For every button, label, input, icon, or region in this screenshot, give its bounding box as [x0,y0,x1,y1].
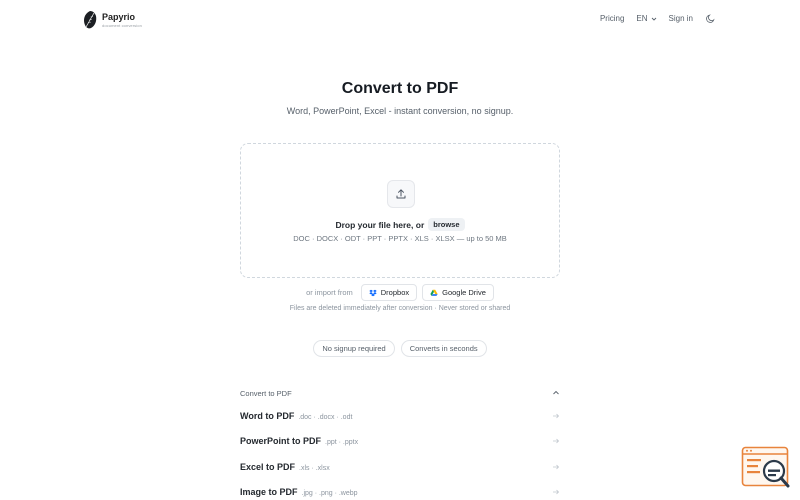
item-name: Word to PDF [240,410,295,421]
item-name: PowerPoint to PDF [240,436,321,447]
page-subtitle: Word, PowerPoint, Excel - instant conver… [286,106,514,116]
drop-prompt-row: Drop your file here, or browse [241,218,559,231]
top-nav: Pricing EN Sign in [600,13,716,24]
import-label: or import from [306,288,353,297]
dropbox-button[interactable]: Dropbox [360,284,418,301]
dropbox-label: Dropbox [380,288,410,297]
feature-pills: No signup required Converts in seconds [0,340,800,357]
pill-converts-fast: Converts in seconds [400,340,487,357]
supported-formats: DOC · DOCX · ODT · PPT · PPTX · XLS · XL… [293,234,507,243]
brand-tagline: document conversion [102,22,142,28]
file-dropzone[interactable]: Drop your file here, or browse DOC · DOC… [240,143,560,278]
item-extensions: .ppt · .pptx [325,439,359,447]
arrow-right-icon [553,464,560,470]
import-row: or import from Dropbox Google Drive [0,284,800,301]
language-label: EN [636,14,648,23]
page-title: Convert to PDF [341,80,459,97]
list-item-excel-to-pdf[interactable]: Excel to PDF .xls · .xlsx [240,454,560,480]
item-name: Excel to PDF [240,461,296,472]
brand-name: Papyrio [102,11,136,22]
list-item-word-to-pdf[interactable]: Word to PDF .doc · .docx · .odt [240,403,560,429]
accordion-heading: Convert to PDF [240,388,292,398]
arrow-right-icon [553,438,560,444]
sign-in-link[interactable]: Sign in [669,14,693,23]
upload-button[interactable] [387,180,415,208]
google-drive-button[interactable]: Google Drive [422,284,494,301]
item-extensions: .jpg · .png · .webp [301,490,358,498]
site-header: Papyrio document conversion Pricing EN S… [0,0,800,40]
item-extensions: .xls · .xlsx [299,464,330,472]
floating-help-widget-icon[interactable] [741,446,791,490]
language-selector[interactable]: EN [636,14,656,23]
conversion-accordion: Convert to PDF Word to PDF .doc · .docx … [240,383,560,500]
google-drive-label: Google Drive [442,288,486,297]
drop-prompt: Drop your file here, or [335,219,425,230]
chevron-up-icon [553,390,559,395]
leaf-logo-icon [84,11,97,29]
arrow-right-icon [553,489,560,495]
privacy-note: Files are deleted immediately after conv… [289,305,511,312]
moon-icon[interactable] [705,13,716,24]
accordion-header[interactable]: Convert to PDF [240,383,560,403]
chevron-down-icon [651,17,656,21]
item-extensions: .doc · .docx · .odt [298,413,353,421]
arrow-right-icon [553,413,560,419]
list-item-powerpoint-to-pdf[interactable]: PowerPoint to PDF .ppt · .pptx [240,429,560,455]
brand-logo[interactable]: Papyrio document conversion [82,10,142,30]
pill-no-signup: No signup required [313,340,395,357]
list-item-image-to-pdf[interactable]: Image to PDF .jpg · .png · .webp [240,480,560,500]
google-drive-icon [430,289,438,296]
pricing-link[interactable]: Pricing [600,14,624,23]
upload-icon [396,189,406,199]
browse-button[interactable]: browse [428,218,465,231]
item-name: Image to PDF [240,487,298,498]
dropbox-icon [369,289,377,296]
